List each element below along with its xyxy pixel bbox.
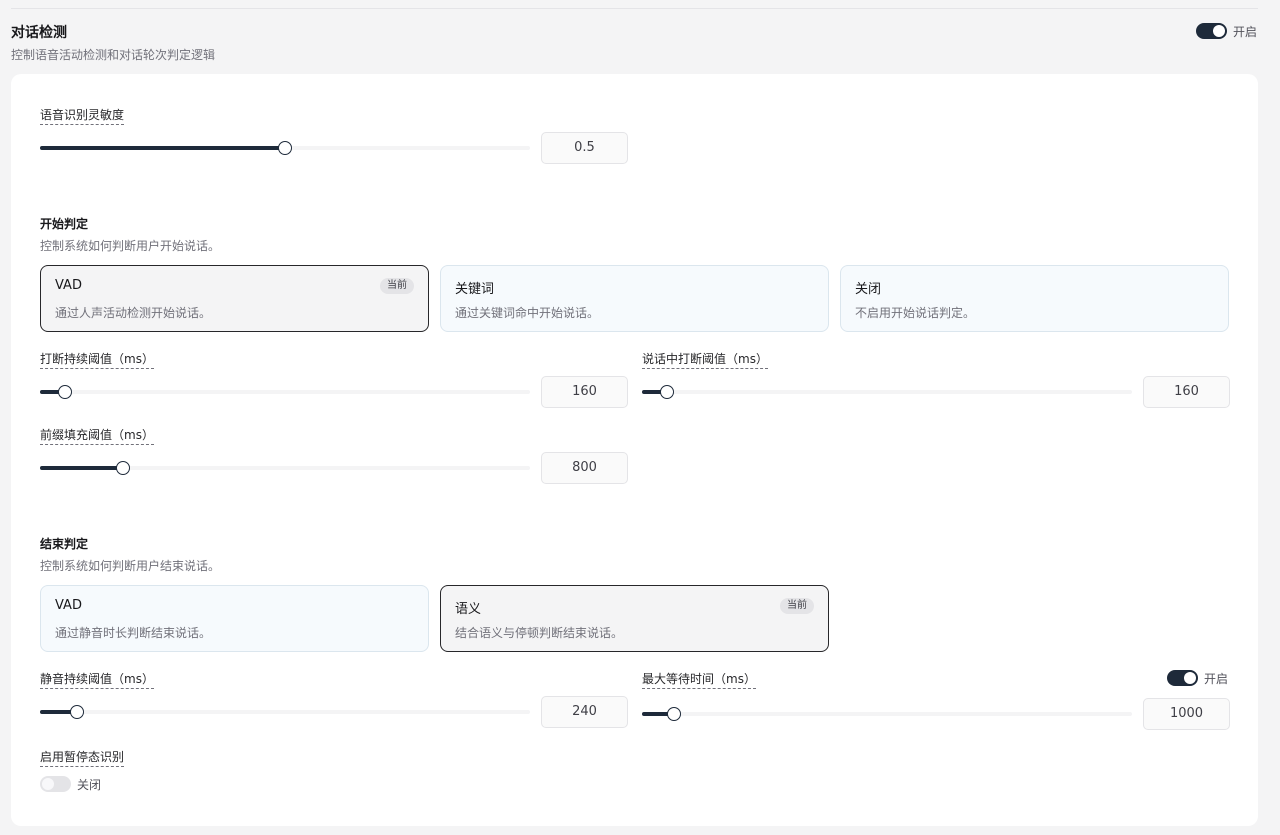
slider-thumb[interactable] (659, 385, 674, 399)
current-badge: 当前 (780, 598, 814, 614)
option-description: 通过关键词命中开始说话。 (455, 306, 600, 320)
section-toggle-label: 开启 (1233, 25, 1258, 39)
section-description: 控制语音活动检测和对话轮次判定逻辑 (11, 48, 216, 62)
section-title: 对话检测 (11, 25, 67, 41)
silence-duration-slider[interactable] (40, 705, 530, 719)
option-title: VAD (55, 598, 82, 613)
option-description: 结合语义与停顿判断结束说话。 (455, 626, 624, 640)
toggle-knob (1184, 672, 1196, 684)
silence-duration-input[interactable]: 240 (541, 696, 628, 728)
toggle-knob (42, 778, 54, 790)
prefix-padding-label: 前缀填充阈值（ms） (40, 426, 154, 445)
top-divider (11, 8, 1258, 9)
max-wait-input[interactable]: 1000 (1143, 698, 1230, 730)
slider-track (642, 390, 1132, 394)
end-title: 结束判定 (40, 537, 89, 551)
slider-thumb[interactable] (278, 141, 292, 155)
slider-fill (40, 146, 285, 150)
sensitivity-slider[interactable] (40, 141, 530, 155)
slider-track (642, 712, 1132, 716)
speaking-interrupt-slider[interactable] (642, 385, 1132, 399)
speaking-interrupt-input[interactable]: 160 (1143, 376, 1230, 408)
interrupt-duration-label: 打断持续阈值（ms） (40, 350, 154, 369)
slider-thumb[interactable] (116, 461, 131, 475)
current-badge: 当前 (380, 278, 414, 294)
start-title: 开始判定 (40, 217, 89, 231)
silence-duration-label: 静音持续阈值（ms） (40, 670, 154, 689)
slider-thumb[interactable] (666, 707, 681, 721)
pause-detection-label: 启用暂停态识别 (40, 748, 125, 767)
section-toggle[interactable] (1196, 23, 1227, 39)
start-option-off[interactable]: 关闭 不启用开始说话判定。 (840, 265, 1229, 332)
sensitivity-label: 语音识别灵敏度 (40, 106, 125, 125)
sensitivity-input[interactable]: 0.5 (541, 132, 628, 164)
option-title: VAD (55, 278, 82, 293)
interrupt-duration-input[interactable]: 160 (541, 376, 628, 408)
max-wait-slider[interactable] (642, 707, 1132, 721)
max-wait-toggle-label: 开启 (1204, 672, 1229, 686)
slider-thumb[interactable] (69, 705, 84, 719)
pause-detection-toggle[interactable] (40, 776, 71, 792)
pause-detection-toggle-label: 关闭 (77, 778, 102, 792)
option-title: 语义 (455, 602, 482, 617)
end-option-semantic[interactable]: 语义 当前 结合语义与停顿判断结束说话。 (440, 585, 829, 652)
option-description: 通过人声活动检测开始说话。 (55, 306, 212, 320)
slider-track (40, 390, 530, 394)
interrupt-duration-slider[interactable] (40, 385, 530, 399)
option-description: 通过静音时长判断结束说话。 (55, 626, 212, 640)
speaking-interrupt-label: 说话中打断阈值（ms） (642, 350, 768, 369)
start-option-vad[interactable]: VAD 当前 通过人声活动检测开始说话。 (40, 265, 429, 332)
start-description: 控制系统如何判断用户开始说话。 (40, 239, 221, 253)
max-wait-label: 最大等待时间（ms） (642, 670, 756, 689)
end-option-vad[interactable]: VAD 通过静音时长判断结束说话。 (40, 585, 429, 652)
option-title: 关键词 (455, 282, 495, 297)
slider-track (40, 710, 530, 714)
end-description: 控制系统如何判断用户结束说话。 (40, 559, 221, 573)
max-wait-toggle[interactable] (1167, 670, 1198, 686)
option-description: 不启用开始说话判定。 (855, 306, 976, 320)
prefix-padding-slider[interactable] (40, 461, 530, 475)
slider-fill (40, 466, 124, 470)
start-option-keyword[interactable]: 关键词 通过关键词命中开始说话。 (440, 265, 829, 332)
option-title: 关闭 (855, 282, 882, 297)
slider-thumb[interactable] (57, 385, 72, 399)
prefix-padding-input[interactable]: 800 (541, 452, 628, 484)
toggle-knob (1213, 25, 1225, 37)
